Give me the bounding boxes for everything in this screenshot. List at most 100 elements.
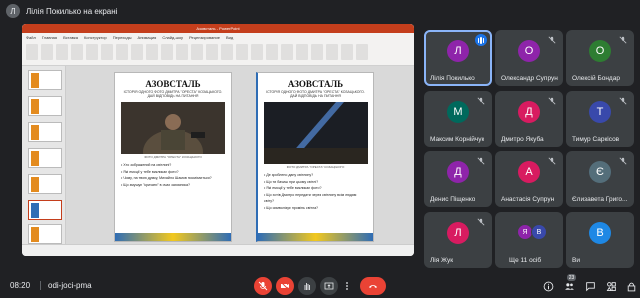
more-vert-icon bbox=[346, 282, 348, 290]
participant-tile[interactable]: Л Лія Жук bbox=[424, 212, 492, 268]
mic-off-icon bbox=[618, 35, 628, 45]
slide-heading: АЗОВСТАЛЬ bbox=[287, 79, 344, 89]
participant-name: Ви bbox=[572, 257, 580, 264]
ppt-statusbar bbox=[22, 244, 414, 256]
activities-button[interactable] bbox=[604, 279, 618, 293]
ppt-tab: Вставка bbox=[63, 34, 78, 40]
shared-screen[interactable]: Азовсталь - PowerPoint Файл Главная Вставк… bbox=[22, 24, 414, 256]
slide-thumbnail bbox=[28, 70, 62, 90]
slide-thumbnail bbox=[28, 174, 62, 194]
avatar: Л bbox=[447, 40, 469, 62]
slide-left: АЗОВСТАЛЬ ІСТОРІЯ ОДНОГО ФОТО ДМИТРА "ОР… bbox=[114, 72, 232, 242]
mic-off-icon bbox=[618, 96, 628, 106]
participant-tile[interactable]: М Максим Корнійчук bbox=[424, 91, 492, 147]
slide-right: АЗОВСТАЛЬ ІСТОРІЯ ОДНОГО ФОТО ДМИТРА "ОР… bbox=[256, 72, 374, 242]
slide-subtitle: ІСТОРІЯ ОДНОГО ФОТО ДМИТРА "ОРЕСТА" КОЗА… bbox=[123, 90, 223, 99]
slide-footer-decoration bbox=[115, 233, 231, 241]
participant-tile[interactable]: О Олексій Бондар bbox=[566, 30, 634, 86]
participant-name: Ще 11 осіб bbox=[509, 257, 542, 264]
slide-thumbnail bbox=[28, 122, 62, 142]
participant-name: Єлизавета Григо... bbox=[572, 196, 628, 203]
participant-name: Анастасія Супрун bbox=[501, 196, 555, 203]
avatar: Т bbox=[589, 101, 611, 123]
camera-off-button[interactable] bbox=[276, 277, 294, 295]
slide-footer-decoration bbox=[258, 233, 373, 241]
avatar: Є bbox=[589, 161, 611, 183]
participant-tile[interactable]: Д Денис Піщенко bbox=[424, 151, 492, 207]
participant-tile[interactable]: Л Лілія Покилько bbox=[424, 30, 492, 86]
avatar: В bbox=[589, 222, 611, 244]
avatar: Л bbox=[447, 222, 469, 244]
chat-icon bbox=[585, 281, 595, 291]
question-item: Що змушує "кричати" в очах захисника? bbox=[121, 182, 225, 189]
meeting-controls-bar: 08:20 odi-joci-pma 23 bbox=[0, 272, 640, 298]
mic-off-button[interactable] bbox=[254, 277, 272, 295]
camera-off-icon bbox=[280, 281, 290, 291]
people-icon bbox=[564, 282, 574, 290]
question-list: Хто зображений на світлині? Які емоції у… bbox=[121, 162, 225, 188]
present-button[interactable] bbox=[320, 277, 338, 295]
question-item: Чому, на твою думку, Михайло Шамов посмі… bbox=[121, 175, 225, 182]
question-list: Де зроблено дану світлину? Що ти бачиш п… bbox=[264, 172, 367, 211]
more-options-button[interactable] bbox=[342, 277, 352, 295]
mic-off-icon bbox=[476, 156, 486, 166]
presenter-avatar: Л bbox=[6, 4, 20, 18]
mic-off-icon bbox=[547, 156, 557, 166]
mic-off-icon bbox=[618, 156, 628, 166]
question-item: Що символізує промінь світла? bbox=[264, 205, 367, 212]
info-icon bbox=[543, 281, 553, 291]
avatar: О bbox=[518, 40, 540, 62]
participant-name: Олексій Бондар bbox=[572, 75, 620, 82]
hang-up-icon bbox=[369, 285, 377, 288]
ppt-window-title: Азовсталь - PowerPoint bbox=[196, 26, 240, 31]
people-button[interactable]: 23 bbox=[562, 274, 576, 293]
meeting-code: odi-joci-pma bbox=[48, 280, 92, 290]
more-participants-avatars: ЯВ bbox=[517, 224, 547, 240]
light-beam-photo bbox=[263, 102, 368, 165]
participant-name: Денис Піщенко bbox=[430, 196, 476, 203]
raise-hand-button[interactable] bbox=[298, 277, 316, 295]
participant-tile[interactable]: В Ви bbox=[566, 212, 634, 268]
divider bbox=[40, 281, 41, 290]
mic-off-icon bbox=[476, 217, 486, 227]
present-icon bbox=[324, 282, 334, 290]
ppt-tab: Конструктор bbox=[83, 34, 107, 40]
mic-off-icon bbox=[476, 96, 486, 106]
ppt-tab: Рецензирование bbox=[189, 34, 220, 40]
leave-call-button[interactable] bbox=[360, 277, 386, 295]
people-count-badge: 23 bbox=[567, 274, 576, 281]
mic-off-icon bbox=[547, 35, 557, 45]
ppt-tab: Слайд-шоу bbox=[162, 34, 184, 40]
chat-button[interactable] bbox=[583, 279, 597, 293]
speaking-indicator-icon bbox=[475, 34, 487, 46]
ppt-toolbar bbox=[22, 41, 414, 63]
slide-thumbnail-selected bbox=[28, 200, 62, 220]
meeting-details-button[interactable] bbox=[541, 279, 555, 293]
ppt-ribbon: Азовсталь - PowerPoint Файл Главная Вставк… bbox=[22, 24, 414, 66]
participant-name: Лія Жук bbox=[430, 257, 454, 264]
ppt-tab: Анимация bbox=[137, 34, 157, 40]
participant-tile[interactable]: Т Тимур Саркісов bbox=[566, 91, 634, 147]
participant-tile[interactable]: А Анастасія Супрун bbox=[495, 151, 563, 207]
mic-off-icon bbox=[547, 96, 557, 106]
participant-name: Дмитро Якуба bbox=[501, 136, 544, 143]
ppt-tab: Главная bbox=[41, 34, 58, 40]
slide-heading: АЗОВСТАЛЬ bbox=[145, 79, 201, 89]
presenter-label: Лілія Покилько на екрані bbox=[26, 6, 118, 16]
slide-thumbnail bbox=[28, 96, 62, 116]
host-controls-button[interactable] bbox=[624, 279, 638, 293]
avatar: Д bbox=[518, 101, 540, 123]
photo-caption: ФОТО ДМИТРА "ОРЕСТА" КОЗАЦЬКОГО bbox=[144, 155, 202, 160]
slide-thumbnails bbox=[22, 66, 66, 244]
mic-off-icon bbox=[258, 281, 268, 291]
participant-tile[interactable]: О Олександр Супрун bbox=[495, 30, 563, 86]
participant-name: Максим Корнійчук bbox=[430, 136, 485, 143]
slide-canvas: АЗОВСТАЛЬ ІСТОРІЯ ОДНОГО ФОТО ДМИТРА "ОР… bbox=[66, 66, 414, 244]
participant-tile[interactable]: Є Єлизавета Григо... bbox=[566, 151, 634, 207]
participant-tile[interactable]: Д Дмитро Якуба bbox=[495, 91, 563, 147]
avatar: А bbox=[518, 161, 540, 183]
question-item: Що хотів Дмитро передати через світлину … bbox=[264, 192, 367, 205]
avatar: О bbox=[589, 40, 611, 62]
avatar: Д bbox=[447, 161, 469, 183]
participant-tile[interactable]: Я В Ще 11 осіб bbox=[495, 212, 563, 268]
